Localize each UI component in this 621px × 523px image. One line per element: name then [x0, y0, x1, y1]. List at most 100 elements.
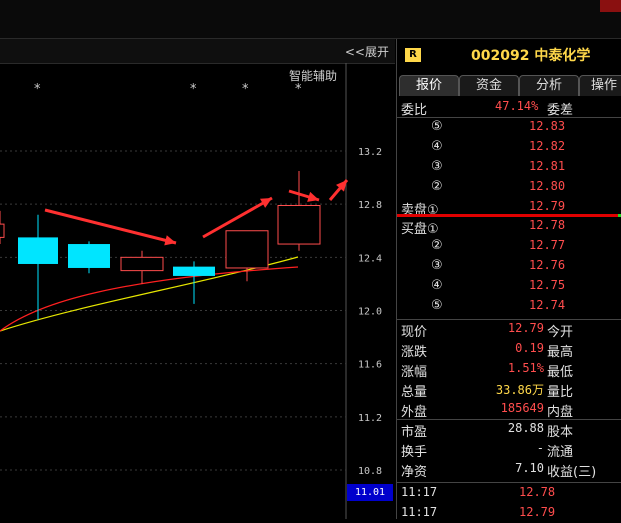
top-bar	[0, 0, 621, 39]
buy-level-price: 12.78	[529, 218, 566, 232]
buy-level-price: 12.76	[529, 258, 566, 272]
weibi-label: 委比	[401, 103, 428, 118]
sell-level-label: ⑤	[431, 119, 443, 134]
stat-value: 185649	[500, 401, 544, 415]
sell-level-price: 12.82	[529, 139, 566, 153]
weibi-value: 47.14%	[495, 99, 539, 113]
stat2-value: 7.10	[515, 461, 544, 475]
trade-tick-row: 11:17 12.78	[397, 483, 621, 503]
kline-svg[interactable]: * * * * 13.2 12.8 12.4 12.0 11.6 11.2 10.8	[0, 39, 395, 519]
weibi-row: 委比 47.14% 委差	[397, 97, 621, 118]
panel-tabs: 报价 资金 分析 操作	[397, 75, 621, 96]
stat2-row: 市盈 28.88 股本	[397, 419, 621, 440]
sell-level-price: 12.80	[529, 179, 566, 193]
stock-title: 002092 中泰化学	[471, 48, 591, 64]
marker-star: *	[190, 82, 197, 97]
annotation-arrow	[44, 208, 177, 245]
stat-value: 1.51%	[507, 361, 544, 375]
trade-tick-price: 12.78	[519, 485, 556, 499]
stat2-right-label: 流通	[547, 445, 574, 460]
stat-row: 涨跌 0.19 最高	[397, 339, 621, 360]
stat-right-label: 最低	[547, 365, 574, 380]
buy-level-price: 12.75	[529, 278, 566, 292]
trade-tick-price: 12.79	[519, 505, 556, 519]
sell-level-price: 12.83	[529, 119, 566, 133]
price-tick-label: 12.0	[358, 307, 382, 318]
candle-body	[0, 223, 5, 238]
buy-level-row[interactable]: 买盘① 12.78	[397, 216, 621, 237]
trade-tick-time: 11:17	[401, 505, 438, 519]
buy-level-label: ⑤	[431, 298, 443, 313]
stat-value: 33.86万	[495, 383, 544, 397]
stat2-row: 净资 7.10 收益(三)	[397, 459, 621, 480]
stat-right-label: 内盘	[547, 405, 574, 420]
stat-label: 现价	[401, 325, 428, 340]
stat-value: 0.19	[515, 341, 544, 355]
stat2-label: 净资	[401, 465, 428, 480]
buy-level-label: ③	[431, 258, 443, 273]
stat-value: 12.79	[507, 321, 544, 335]
tab-quote[interactable]: 报价	[399, 75, 459, 96]
window-corner-marker	[600, 0, 621, 12]
sell-level-label: ③	[431, 159, 443, 174]
stat-row: 总量 33.86万 量比	[397, 379, 621, 400]
sell-level-price: 12.81	[529, 159, 566, 173]
weicha-label: 委差	[547, 103, 574, 118]
marker-star: *	[34, 82, 41, 97]
stat-label: 外盘	[401, 405, 428, 420]
buy-level-row[interactable]: ⑤ 12.74	[397, 296, 621, 316]
tab-operate[interactable]: 操作	[579, 75, 621, 96]
stat-right-label: 量比	[547, 385, 574, 400]
stat2-right-label: 股本	[547, 425, 574, 440]
kline-chart-area[interactable]: <<展开 智能辅助 * * * * 13.2 12.8 12.4 12.0 11.6 11.2 1…	[0, 39, 395, 519]
buy-level-price: 12.74	[529, 298, 566, 312]
buy-level-label: 买盘①	[401, 222, 439, 237]
stat-row: 现价 12.79 今开	[397, 319, 621, 340]
sell-level-price: 12.79	[529, 199, 566, 213]
buy-level-price: 12.77	[529, 238, 566, 252]
price-tick-label: 12.4	[358, 253, 382, 264]
stat2-value: 28.88	[507, 421, 544, 435]
sell-level-row[interactable]: ⑤ 12.83	[397, 117, 621, 137]
sell-level-row[interactable]: ② 12.80	[397, 177, 621, 197]
buy-level-label: ②	[431, 238, 443, 253]
tab-analysis[interactable]: 分析	[519, 75, 579, 96]
buy-level-label: ④	[431, 278, 443, 293]
price-tick-label: 12.8	[358, 200, 382, 211]
stat2-row: 换手 - 流通	[397, 439, 621, 460]
candle-body	[18, 237, 58, 264]
stat-label: 涨跌	[401, 345, 428, 360]
ma-line-red	[0, 266, 299, 332]
marker-star: *	[242, 82, 249, 97]
candle-body	[173, 266, 215, 276]
candle-body	[120, 256, 164, 272]
stat2-label: 市盈	[401, 425, 428, 440]
stat-label: 涨幅	[401, 365, 428, 380]
candle-body	[68, 244, 110, 268]
candle-body	[277, 204, 321, 245]
stat-row: 外盘 185649 内盘	[397, 399, 621, 420]
price-tick-label: 11.6	[358, 360, 382, 371]
sell-level-label: ②	[431, 179, 443, 194]
current-price-marker: 11.01	[347, 484, 393, 501]
price-tick-label: 10.8	[358, 466, 382, 477]
stat2-label: 换手	[401, 445, 428, 460]
buy-level-row[interactable]: ④ 12.75	[397, 276, 621, 296]
price-tick-label: 11.2	[358, 413, 382, 424]
tab-funds[interactable]: 资金	[459, 75, 519, 96]
buy-level-row[interactable]: ③ 12.76	[397, 256, 621, 276]
quote-panel: R 002092 中泰化学 报价 资金 分析 操作 委比 47.14% 委差 ⑤…	[396, 39, 621, 519]
trade-tick-time: 11:17	[401, 485, 438, 499]
sell-level-row[interactable]: ③ 12.81	[397, 157, 621, 177]
sell-level-label: ④	[431, 139, 443, 154]
panel-header: R 002092 中泰化学	[397, 39, 621, 71]
marker-star: *	[295, 82, 302, 97]
buy-level-row[interactable]: ② 12.77	[397, 236, 621, 256]
stat-right-label: 最高	[547, 345, 574, 360]
stat2-value: -	[536, 441, 544, 455]
stat-label: 总量	[401, 385, 428, 400]
sell-level-row[interactable]: ④ 12.82	[397, 137, 621, 157]
stat-right-label: 今开	[547, 325, 574, 340]
r-badge[interactable]: R	[405, 48, 421, 62]
stat2-right-label: 收益(三)	[547, 465, 597, 480]
